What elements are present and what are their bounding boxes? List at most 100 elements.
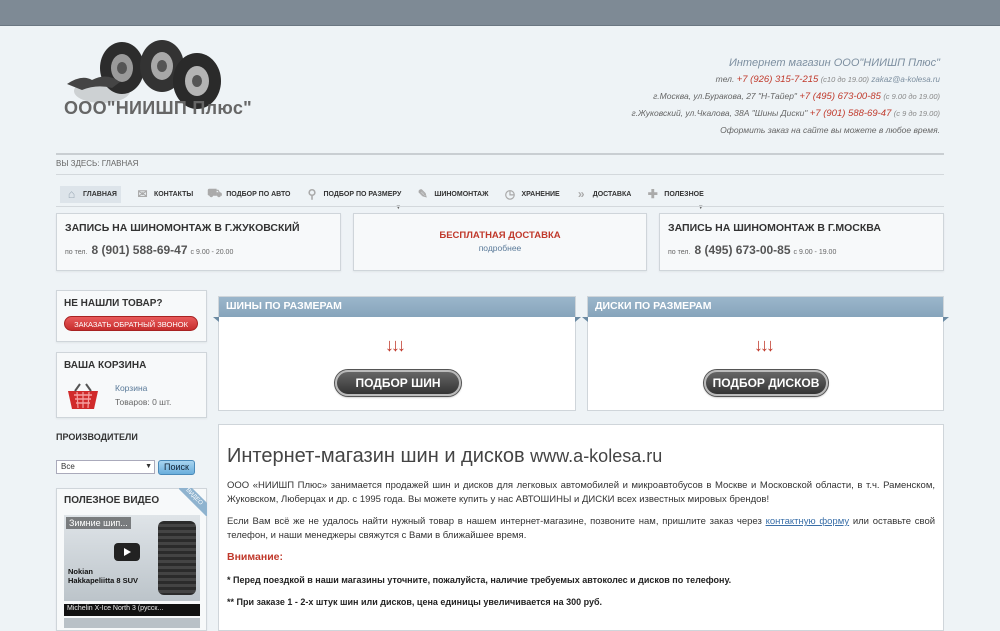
box-title: ВАША КОРЗИНА [64,360,147,371]
disks-by-size-box: ДИСКИ ПО РАЗМЕРАМ ↓↓↓ ПОДБОР ДИСКОВ [582,296,949,411]
house-icon: ⌂ [67,187,76,201]
contacts-zhuk-line: г.Жуковский, ул.Чкалова, 38А "Шины Диски… [631,105,940,122]
menu-label: ХРАНЕНИЕ [521,190,560,198]
moscow-address: г.Москва, ул.Буракова, 27 "Н-Тайер" [653,91,797,101]
zhuk-phone[interactable]: +7 (901) 588-69-47 [810,108,892,119]
video-thumbnail-2[interactable] [64,618,200,628]
promo-zhukovsky: ЗАПИСЬ НА ШИНОМОНТАЖ В Г.ЖУКОВСКИЙ по те… [56,213,341,271]
contacts-note: Оформить заказ на сайте вы можете в любо… [720,125,940,135]
email-link[interactable]: zakaz@a-kolesa.ru [871,75,940,84]
tires-by-size-box: ШИНЫ ПО РАЗМЕРАМ ↓↓↓ ПОДБОР ШИН [213,296,581,411]
contact-paragraph: Если Вам всё же не удалось найти нужный … [227,515,935,542]
arrows-down-icon: ↓↓↓ [385,335,406,355]
moscow-phone[interactable]: +7 (495) 673-00-85 [799,91,881,102]
video-thumbnail[interactable]: Зимние шип... Nokian Hakkapeliitta 8 SUV [64,515,200,601]
cart-link[interactable]: Корзина [115,381,171,395]
cart-info: Корзина Товаров: 0 шт. [115,381,171,409]
chevron-down-icon: ▼ [145,463,152,470]
plus-icon: ✚ [647,187,658,201]
phone-hours: с 9.00 - 20.00 [190,249,234,256]
magnifier-icon: ⚲ [307,187,317,201]
menu-item-by-car[interactable]: ⛟ ПОДБОР ПО АВТО [207,186,291,202]
paragraph-text: Если Вам всё же не удалось найти нужный … [227,516,762,527]
wrench-icon: ✎ [417,187,428,201]
phone-number[interactable]: 8 (901) 588-69-47 [91,243,187,257]
ribbon-label: ВИДЕО [179,488,207,516]
divider [56,206,944,207]
note-availability: * Перед поездкой в наши магазины уточнит… [227,575,732,585]
promo-moscow: ЗАПИСЬ НА ШИНОМОНТАЖ В Г.МОСКВА по тел. 8… [659,213,944,271]
phone-prefix: по тел. [668,249,691,256]
site-name: www.a-kolesa.ru [530,446,663,466]
breadcrumb: ВЫ ЗДЕСЬ: ГЛАВНАЯ [56,159,139,168]
company-name[interactable]: ООО"НИИШП Плюс" [64,98,252,119]
menu-item-home[interactable]: ⌂ ГЛАВНАЯ [60,185,121,203]
top-bar [0,0,1000,26]
tel-hours: (с10 до 19.00) [820,75,870,84]
search-button[interactable]: Поиск [158,460,195,475]
contacts-phone-line: тел. +7 (926) 315-7-215 (с10 до 19.00) z… [631,71,940,88]
menu-item-delivery[interactable]: » ДОСТАВКА [574,187,632,202]
envelope-icon: ✉ [137,187,148,201]
phone-hours: с 9.00 - 19.00 [793,249,837,256]
promo-title: БЕСПЛАТНАЯ ДОСТАВКА [439,230,561,241]
not-found-box: НЕ НАШЛИ ТОВАР? ЗАКАЗАТЬ ОБРАТНЫЙ ЗВОНОК [56,290,207,342]
zhuk-hours: (с 9 до 19.00) [893,109,940,118]
box-title: НЕ НАШЛИ ТОВАР? [64,298,163,309]
clock-icon: ◷ [504,187,516,201]
menu-label: ШИНОМОНТАЖ [434,190,489,198]
divider [56,153,944,155]
phone-prefix: по тел. [65,249,88,256]
menu-item-useful[interactable]: ✚ ПОЛЕЗНОЕ ▼ [645,187,704,211]
producers-selected: Все [61,462,75,471]
attention-heading: Внимание: [227,551,283,563]
video-title: Зимние шип... [66,517,131,529]
more-link[interactable]: подробнее [354,243,646,253]
page-title: Интернет-магазин шин и дисков www.a-kole… [227,445,935,468]
video-ribbon: ВИДЕО [179,488,207,516]
contacts-title: Интернет магазин ООО"НИИШП Плюс" [728,57,940,69]
shopping-basket-icon[interactable] [65,383,101,411]
divider [56,174,944,175]
tel-number[interactable]: +7 (926) 315-7-215 [737,74,819,85]
box-header: ДИСКИ ПО РАЗМЕРАМ [582,297,949,322]
menu-label: ГЛАВНАЯ [83,190,117,198]
video-box: ПОЛЕЗНОЕ ВИДЕО ВИДЕО Зимние шип... Nokia… [56,488,207,631]
promo-phone-line: по тел. 8 (901) 588-69-47 с 9.00 - 20.00 [65,243,332,257]
menu-label: КОНТАКТЫ [153,190,194,198]
zhuk-address: г.Жуковский, ул.Чкалова, 38А "Шины Диски… [631,108,808,118]
callback-button[interactable]: ЗАКАЗАТЬ ОБРАТНЫЙ ЗВОНОК [64,316,198,331]
play-icon[interactable] [114,543,140,561]
pick-disks-button[interactable]: ПОДБОР ДИСКОВ [703,369,829,397]
arrows-down-icon: ↓↓↓ [754,335,775,355]
phone-number[interactable]: 8 (495) 673-00-85 [694,243,790,257]
cart-count: Товаров: 0 шт. [115,397,172,407]
promo-free-delivery: БЕСПЛАТНАЯ ДОСТАВКА подробнее [353,213,647,271]
header-contacts: Интернет магазин ООО"НИИШП Плюс" тел. +7… [631,55,940,138]
promo-phone-line: по тел. 8 (495) 673-00-85 с 9.00 - 19.00 [668,243,935,257]
contacts-moscow-line: г.Москва, ул.Буракова, 27 "Н-Тайер" +7 (… [631,88,940,105]
producers-select[interactable]: Все ▼ [56,460,155,474]
menu-item-storage[interactable]: ◷ ХРАНЕНИЕ [502,187,560,202]
pick-tires-button[interactable]: ПОДБОР ШИН [334,369,462,397]
menu-item-contacts[interactable]: ✉ КОНТАКТЫ [135,187,193,202]
main-content: Интернет-магазин шин и дисков www.a-kole… [218,424,944,631]
box-header: ШИНЫ ПО РАЗМЕРАМ [213,297,581,322]
moscow-hours: (с 9.00 до 19.00) [883,92,940,101]
menu-label: ПОДБОР ПО РАЗМЕРУ [323,190,402,198]
video-brand: Nokian Hakkapeliitta 8 SUV [68,567,139,585]
menu-label: ПОЛЕЗНОЕ [664,190,704,198]
car-icon: ⛟ [207,186,223,200]
menu-item-by-size[interactable]: ⚲ ПОДБОР ПО РАЗМЕРУ ▼ [305,187,402,211]
menu-label: ПОДБОР ПО АВТО [226,190,291,198]
menu-item-tire-fitting[interactable]: ✎ ШИНОМОНТАЖ [415,187,489,202]
video-caption[interactable]: Michelin X-Ice North 3 (русск... [64,604,200,616]
menu-label: ДОСТАВКА [592,190,632,198]
contact-form-link[interactable]: контактную форму [766,516,850,527]
promo-title: ЗАПИСЬ НА ШИНОМОНТАЖ В Г.ЖУКОВСКИЙ [65,222,300,234]
promo-title: ЗАПИСЬ НА ШИНОМОНТАЖ В Г.МОСКВА [668,222,881,234]
title-text: Интернет-магазин шин и дисков [227,445,525,467]
producers-title: ПРОИЗВОДИТЕЛИ [56,432,138,442]
tel-prefix: тел. [715,74,735,84]
main-menu: ⌂ ГЛАВНАЯ ✉ КОНТАКТЫ ⛟ ПОДБОР ПО АВТО ⚲ … [56,183,944,211]
